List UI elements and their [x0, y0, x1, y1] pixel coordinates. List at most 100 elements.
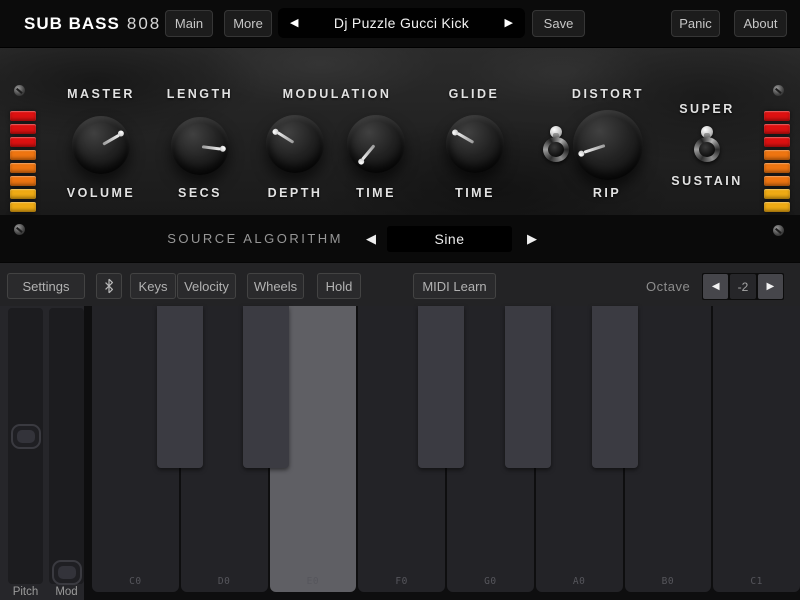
title-bar: SUB BASS 808 Main More ◀ Dj Puzzle Gucci… [0, 0, 800, 47]
bluetooth-icon [103, 278, 115, 294]
app-title-text: SUB BASS [24, 14, 120, 34]
toggle-base [694, 137, 720, 162]
octave-value: -2 [730, 274, 755, 299]
led-segment-orange [10, 176, 36, 186]
midi-learn-button[interactable]: MIDI Learn [413, 273, 496, 299]
toggle-base [543, 137, 569, 162]
app-title-number: 808 [127, 14, 161, 34]
algorithm-value[interactable]: Sine [387, 226, 512, 252]
led-segment-orange [10, 163, 36, 173]
save-button[interactable]: Save [532, 10, 585, 37]
pitch-wheel-thumb[interactable] [11, 424, 41, 449]
led-segment-orange [10, 150, 36, 160]
synth-app-window: SUB BASS 808 Main More ◀ Dj Puzzle Gucci… [0, 0, 800, 600]
algorithm-prev-icon[interactable]: ◀ [366, 215, 376, 262]
led-segment-red [764, 111, 790, 121]
key-label: A0 [536, 576, 623, 587]
led-segment-amber [764, 202, 790, 212]
keys-button[interactable]: Keys [130, 273, 176, 299]
right-led-meter [764, 111, 790, 228]
black-key-G#0[interactable] [505, 306, 551, 468]
pitch-label: Pitch [8, 584, 43, 600]
octave-control: ◀ -2 ▶ [702, 273, 784, 300]
key-label: C0 [92, 576, 179, 587]
wheel-panel: Pitch Mod [0, 306, 84, 600]
secs-label: SECS [178, 186, 222, 200]
white-key-C1[interactable]: C1 [713, 306, 800, 592]
bluetooth-button[interactable] [96, 273, 122, 299]
key-label: C1 [713, 576, 800, 587]
mod-wheel[interactable] [49, 308, 84, 584]
key-label: B0 [625, 576, 712, 587]
octave-up-button[interactable]: ▶ [758, 274, 783, 299]
black-key-F#0[interactable] [418, 306, 464, 468]
pitch-wheel[interactable] [8, 308, 43, 584]
volume-label: VOLUME [67, 186, 135, 200]
led-segment-red [10, 124, 36, 134]
algorithm-next-icon[interactable]: ▶ [527, 215, 537, 262]
led-segment-red [764, 137, 790, 147]
black-key-C#0[interactable] [157, 306, 203, 468]
panic-button[interactable]: Panic [671, 10, 720, 37]
screw-icon [773, 85, 784, 96]
key-label: G0 [447, 576, 534, 587]
led-segment-amber [10, 202, 36, 212]
key-label: D0 [181, 576, 268, 587]
modulation-label: MODULATION [283, 87, 392, 101]
preset-selector[interactable]: ◀ Dj Puzzle Gucci Kick ▶ [278, 8, 525, 38]
about-button[interactable]: About [734, 10, 787, 37]
length-secs-knob[interactable] [171, 117, 229, 175]
rip-label: RIP [593, 186, 621, 200]
length-label: LENGTH [167, 87, 233, 101]
black-key-A#0[interactable] [592, 306, 638, 468]
mod-label: Mod [49, 584, 84, 600]
settings-button[interactable]: Settings [7, 273, 85, 299]
modulation-time-knob[interactable] [347, 115, 405, 173]
octave-label: Octave [646, 273, 690, 299]
distort-label: DISTORT [572, 87, 644, 101]
source-algorithm-label: SOURCE ALGORITHM [0, 215, 343, 262]
screw-icon [14, 85, 25, 96]
wheels-button[interactable]: Wheels [247, 273, 304, 299]
modulation-time-label: TIME [356, 186, 396, 200]
glide-label: GLIDE [449, 87, 500, 101]
led-segment-orange [764, 163, 790, 173]
preset-next-icon[interactable]: ▶ [505, 8, 513, 38]
mod-wheel-thumb[interactable] [52, 560, 82, 585]
source-algorithm-row: SOURCE ALGORITHM ◀ Sine ▶ [0, 215, 800, 262]
glide-time-knob[interactable] [446, 115, 504, 173]
octave-down-button[interactable]: ◀ [703, 274, 728, 299]
led-segment-amber [10, 189, 36, 199]
main-button[interactable]: Main [165, 10, 213, 37]
master-volume-knob[interactable] [72, 116, 130, 174]
hold-button[interactable]: Hold [317, 273, 361, 299]
sustain-label: SUSTAIN [671, 174, 742, 188]
modulation-depth-knob[interactable] [266, 115, 324, 173]
left-led-meter [10, 111, 36, 228]
led-segment-orange [764, 150, 790, 160]
preset-prev-icon[interactable]: ◀ [290, 8, 298, 38]
super-sustain-toggle-switch[interactable] [693, 126, 721, 162]
key-label: F0 [358, 576, 445, 587]
led-segment-red [10, 137, 36, 147]
master-label: MASTER [67, 87, 135, 101]
control-bar: Settings Keys Velocity Wheels Hold MIDI … [0, 262, 800, 306]
glide-time-label: TIME [455, 186, 495, 200]
keyboard: C0D0E0F0G0A0B0C1 [92, 306, 800, 592]
depth-label: DEPTH [268, 186, 323, 200]
key-label: E0 [270, 576, 357, 587]
distort-rip-knob[interactable] [573, 110, 643, 180]
keyboard-area: Pitch Mod C0D0E0F0G0A0B0C1 [0, 306, 800, 600]
knob-indicator-dot [219, 145, 226, 152]
app-title: SUB BASS 808 [24, 0, 161, 47]
led-segment-amber [764, 189, 790, 199]
led-segment-red [10, 111, 36, 121]
super-label: SUPER [679, 102, 735, 116]
preset-name: Dj Puzzle Gucci Kick [334, 15, 469, 31]
velocity-button[interactable]: Velocity [177, 273, 236, 299]
led-segment-red [764, 124, 790, 134]
screw-icon [773, 225, 784, 236]
black-key-D#0[interactable] [243, 306, 289, 468]
knob-panel: MASTER VOLUME LENGTH SECS MODULATION DEP… [0, 47, 800, 215]
more-button[interactable]: More [224, 10, 272, 37]
